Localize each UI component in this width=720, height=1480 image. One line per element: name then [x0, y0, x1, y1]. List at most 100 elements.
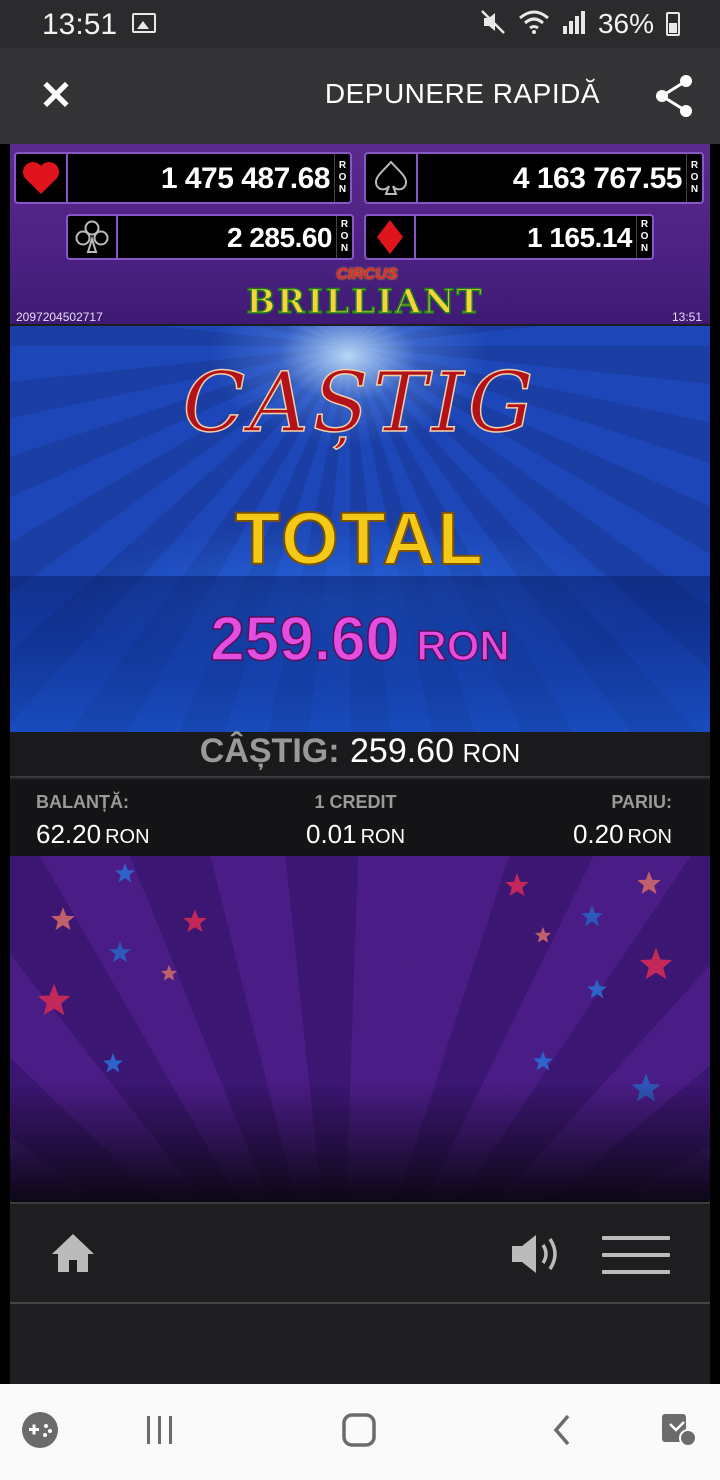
- big-win-scene: CAȘTIG TOTAL 259.60 RON: [10, 326, 710, 732]
- battery-percentage: 36%: [597, 8, 654, 39]
- screenshot-edit-icon[interactable]: [660, 1410, 700, 1454]
- win-bar: CÂȘTIG: 259.60 RON: [10, 732, 710, 778]
- share-icon[interactable]: [654, 74, 694, 118]
- close-icon[interactable]: ✕: [36, 76, 76, 116]
- star-decoration: [160, 964, 178, 981]
- round-id: 2097204502717: [16, 310, 103, 324]
- wifi-icon: [518, 9, 550, 40]
- control-bar: [10, 1204, 710, 1304]
- jackpot-diamond-currency: R O N: [636, 216, 652, 258]
- game-clock: 13:51: [671, 310, 702, 324]
- star-decoration: [109, 941, 131, 963]
- bet-value-row: 0.20 RON: [573, 819, 672, 850]
- currency-letter: R: [340, 219, 349, 230]
- recent-apps-icon[interactable]: [144, 1410, 176, 1454]
- star-decoration: [637, 871, 661, 895]
- star-decoration: [115, 863, 135, 883]
- game-logo: CIRCUS BRILLIANT: [232, 266, 498, 326]
- game-canvas: 1 475 487.68 R O N 4 163 767.55 R O N 2 …: [10, 144, 710, 1384]
- home-icon[interactable]: [50, 1230, 96, 1276]
- hamburger-menu-icon[interactable]: [602, 1236, 670, 1276]
- currency-letter: N: [640, 243, 649, 254]
- jackpot-spade: 4 163 767.55 R O N: [364, 152, 704, 204]
- win-subtitle: TOTAL: [234, 496, 485, 581]
- balance-value-row: 62.20 RON: [36, 819, 150, 850]
- star-decoration: [587, 979, 607, 999]
- jackpot-diamond: 1 165.14 R O N: [364, 214, 654, 260]
- star-decoration: [639, 947, 673, 980]
- star-decoration: [533, 1051, 553, 1071]
- spade-icon: [366, 154, 418, 202]
- credit-info: 1 CREDIT 0.01 RON: [306, 792, 405, 850]
- header-title: DEPUNERE RAPIDĂ: [324, 78, 600, 109]
- currency-letter: O: [340, 231, 349, 242]
- signal-icon: [562, 10, 586, 39]
- bet-label: PARIU:: [611, 792, 672, 812]
- jackpot-spade-currency: R O N: [686, 154, 702, 202]
- win-amount-value: 259.60: [210, 604, 401, 675]
- mute-icon: [480, 9, 506, 40]
- jackpot-heart-value: 1 475 487.68: [160, 162, 331, 195]
- jackpot-heart-currency: R O N: [334, 154, 350, 202]
- system-nav-bar: [0, 1384, 720, 1480]
- currency-letter: N: [338, 184, 347, 195]
- jackpot-heart: 1 475 487.68 R O N: [14, 152, 352, 204]
- status-time: 13:51: [42, 8, 118, 41]
- speaker-icon[interactable]: [510, 1232, 562, 1276]
- jackpot-club: 2 285.60 R O N: [66, 214, 354, 260]
- diamond-icon: [366, 216, 416, 258]
- menu-line: [602, 1253, 670, 1257]
- win-amount-currency: RON: [416, 621, 511, 670]
- info-row: BALANȚĂ: 62.20 RON 1 CREDIT 0.01 RON PARIU…: [10, 780, 710, 856]
- bet-info: PARIU: 0.20 RON: [573, 792, 672, 850]
- star-decoration: [505, 873, 529, 897]
- jackpot-panel: 1 475 487.68 R O N 4 163 767.55 R O N 2 …: [10, 144, 710, 324]
- game-launcher-icon[interactable]: [20, 1410, 60, 1454]
- bet-currency: RON: [627, 826, 672, 848]
- currency-letter: R: [640, 219, 649, 230]
- back-icon[interactable]: [548, 1410, 578, 1454]
- credit-label: 1 CREDIT: [314, 792, 397, 812]
- heart-icon: [16, 154, 68, 202]
- footer-area: [10, 1306, 710, 1384]
- logo-brilliant-text: BRILLIANT: [246, 281, 484, 323]
- status-bar: 13:51 36%: [0, 0, 720, 48]
- currency-letter: O: [690, 172, 699, 183]
- credit-value-row: 0.01 RON: [306, 819, 405, 850]
- win-value: 259.60: [350, 732, 454, 770]
- currency-letter: N: [340, 243, 349, 254]
- currency-letter: O: [338, 172, 347, 183]
- menu-line: [602, 1236, 670, 1240]
- star-decoration: [103, 1053, 123, 1073]
- club-icon: [68, 216, 118, 258]
- reels-fade: [10, 1082, 710, 1202]
- credit-value: 0.01: [306, 819, 357, 849]
- jackpot-diamond-value: 1 165.14: [527, 222, 633, 253]
- currency-letter: R: [338, 160, 347, 171]
- star-decoration: [51, 907, 75, 931]
- jackpot-club-value: 2 285.60: [227, 222, 333, 253]
- status-indicators: 36%: [480, 8, 680, 40]
- win-currency: RON: [462, 738, 521, 768]
- image-icon: [132, 13, 156, 33]
- balance-value: 62.20: [36, 819, 102, 849]
- currency-letter: R: [690, 160, 699, 171]
- reels-background: [10, 856, 710, 1202]
- menu-line: [602, 1270, 670, 1274]
- currency-letter: N: [690, 184, 699, 195]
- home-circle-icon[interactable]: [340, 1410, 380, 1454]
- bet-value: 0.20: [572, 819, 624, 849]
- currency-letter: O: [640, 231, 649, 242]
- battery-icon: [666, 12, 680, 36]
- credit-currency: RON: [360, 826, 406, 848]
- star-decoration: [534, 926, 552, 943]
- win-label: CÂȘTIG:: [199, 732, 340, 770]
- app-header: ✕ DEPUNERE RAPIDĂ: [0, 48, 720, 144]
- balance-info: BALANȚĂ: 62.20 RON: [36, 792, 150, 850]
- star-decoration: [37, 983, 71, 1016]
- win-title: CAȘTIG: [182, 355, 538, 452]
- balance-label: BALANȚĂ:: [36, 792, 129, 812]
- win-amount: 259.60 RON: [10, 604, 710, 675]
- jackpot-spade-value: 4 163 767.55: [512, 162, 683, 195]
- star-decoration: [581, 905, 603, 927]
